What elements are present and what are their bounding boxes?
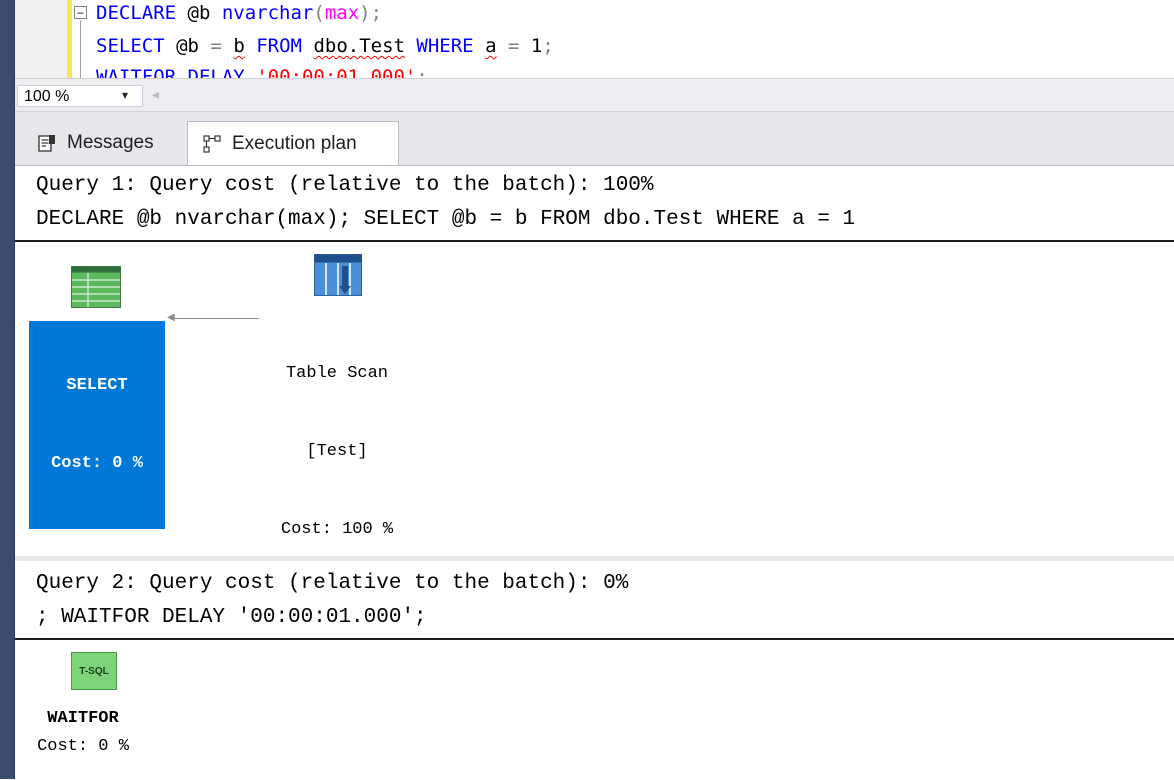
tab-execution-plan-label: Execution plan [232,132,357,154]
code-token: FROM [256,35,302,57]
chevron-down-icon[interactable]: ▾ [122,88,128,102]
code-token: '00:00:01.000' [256,66,417,78]
select-operator-name: SELECT [66,376,128,395]
code-token: max [324,2,360,24]
table-scan-object: [Test] [306,442,368,461]
execution-plan-pane[interactable]: Query 1: Query cost (relative to the bat… [15,165,1174,780]
query-1-cost-text: Query 1: Query cost (relative to the bat… [36,174,654,197]
query-editor[interactable]: − DECLARE @b nvarchar(max); SELECT @b = … [15,0,1174,78]
waitfor-operator-name[interactable]: WAITFOR [33,706,133,732]
execution-plan-icon [203,134,221,153]
code-line-2[interactable]: SELECT @b = b FROM dbo.Test WHERE a = 1; [96,35,554,57]
table-scan-cost: Cost: 100 % [280,520,394,539]
table-scan-name: Table Scan [285,364,389,383]
code-token: DELAY [187,66,245,78]
outline-line [80,20,81,78]
table-scan-label[interactable]: Table Scan [Test] Cost: 100 % [251,309,423,595]
select-operator-icon[interactable] [71,266,121,308]
waitfor-operator-cost: Cost: 0 % [37,737,129,756]
code-token: @b [176,2,222,24]
collapse-region-icon[interactable]: − [74,6,87,19]
tab-messages-label: Messages [67,132,154,153]
code-token: @b [164,35,211,57]
code-token: ( [313,2,325,24]
table-scan-icon[interactable] [314,254,362,296]
results-tab-bar: Messages Execution plan [15,112,1174,165]
left-window-edge [0,0,15,779]
code-token: SELECT [96,35,165,57]
plan-arrow [173,318,259,319]
query-2-cost-text: Query 2: Query cost (relative to the bat… [36,572,629,595]
editor-gutter [15,0,67,78]
query-1-statement-text: DECLARE @b nvarchar(max); SELECT @b = b … [36,208,856,231]
code-token: DECLARE [96,2,177,24]
scroll-left-icon[interactable]: ◂ [152,86,159,103]
code-line-3[interactable]: WAITFOR DELAY '00:00:01.000'; [96,66,428,78]
code-token: ; [416,66,428,78]
tab-execution-plan[interactable]: Execution plan [187,121,399,165]
zoom-dropdown[interactable]: 100 % ▾ [17,85,143,107]
change-tracking-bar [67,0,72,78]
code-token: b [233,35,245,57]
code-token: = [210,35,222,57]
code-token: dbo.Test [313,35,405,57]
tsql-icon[interactable]: T-SQL [71,652,117,690]
query-1-rule [15,240,1174,242]
zoom-value: 100 % [24,88,70,105]
select-operator-label[interactable]: SELECT Cost: 0 % [29,321,165,529]
query-2-statement-text: ; WAITFOR DELAY '00:00:01.000'; [36,606,427,629]
editor-zoom-bar: 100 % ▾ ◂ [15,78,1174,112]
code-line-1[interactable]: DECLARE @b nvarchar(max); [96,2,382,24]
code-token: = [507,35,520,57]
code-token: ); [359,2,383,24]
code-token: a [485,35,497,57]
code-token: nvarchar [221,2,314,24]
select-operator-cost: Cost: 0 % [51,454,143,473]
messages-icon [38,135,55,152]
code-token: 1 [519,35,543,57]
tab-messages[interactable]: Messages [21,121,187,165]
plan-separator [15,556,1174,561]
code-token: WAITFOR [96,66,177,78]
code-token: WHERE [416,35,474,57]
query-2-rule [15,638,1174,640]
code-token: ; [542,35,554,57]
